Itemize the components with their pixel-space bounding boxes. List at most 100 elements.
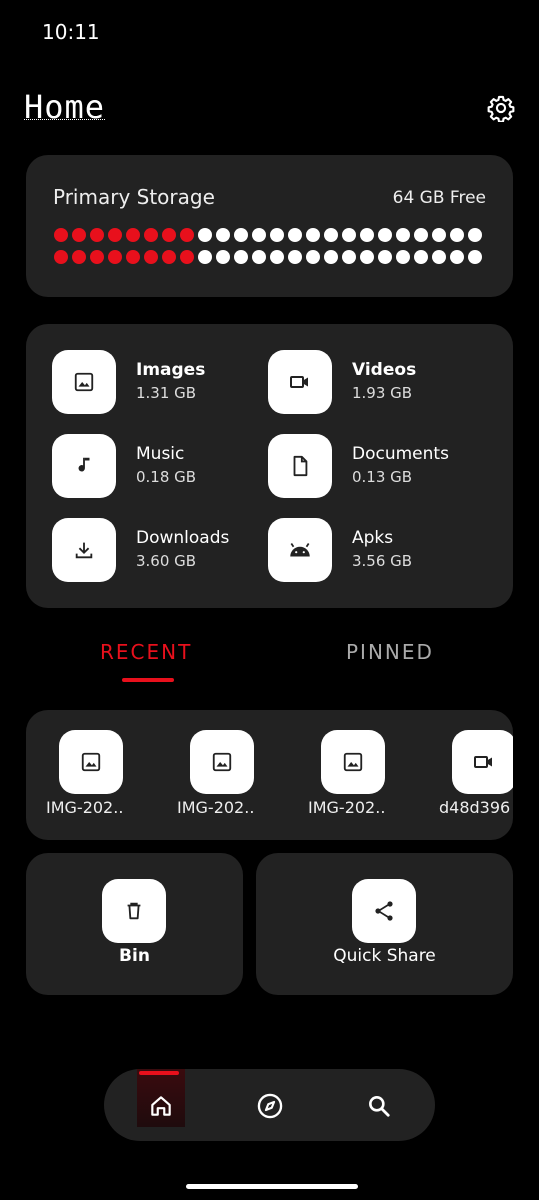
status-time: 10:11 bbox=[42, 20, 100, 44]
category-apks[interactable]: Apks 3.56 GB bbox=[268, 518, 488, 582]
header: Home bbox=[24, 88, 515, 128]
storage-dot-used bbox=[126, 228, 140, 242]
recent-files-list[interactable]: IMG-202.. IMG-202.. IMG-202.. d48d396 bbox=[26, 710, 513, 840]
storage-dot-used bbox=[72, 250, 86, 264]
gesture-bar[interactable] bbox=[186, 1184, 358, 1189]
page-title: Home bbox=[24, 88, 106, 126]
recent-file[interactable]: IMG-202.. bbox=[177, 730, 287, 830]
storage-dot-used bbox=[162, 228, 176, 242]
storage-dot-row bbox=[54, 228, 484, 242]
storage-dot-free bbox=[216, 228, 230, 242]
storage-dot-free bbox=[234, 250, 248, 264]
category-downloads[interactable]: Downloads 3.60 GB bbox=[52, 518, 272, 582]
android-icon bbox=[268, 518, 332, 582]
tab-recent[interactable]: RECENT bbox=[100, 640, 192, 664]
category-name: Downloads bbox=[136, 528, 230, 548]
storage-dot-free bbox=[468, 228, 482, 242]
storage-dot-free bbox=[288, 250, 302, 264]
settings-button[interactable] bbox=[487, 94, 515, 123]
compass-icon bbox=[257, 1093, 283, 1119]
storage-dot-used bbox=[180, 228, 194, 242]
image-icon bbox=[190, 730, 254, 794]
category-size: 3.56 GB bbox=[352, 552, 413, 570]
storage-meter bbox=[54, 228, 484, 272]
storage-dot-used bbox=[54, 228, 68, 242]
storage-dot-free bbox=[306, 250, 320, 264]
category-images[interactable]: Images 1.31 GB bbox=[52, 350, 272, 414]
storage-dot-free bbox=[378, 250, 392, 264]
category-name: Apks bbox=[352, 528, 394, 548]
category-size: 0.13 GB bbox=[352, 468, 413, 486]
storage-dot-free bbox=[198, 250, 212, 264]
storage-dot-free bbox=[360, 250, 374, 264]
tab-bar: RECENT PINNED bbox=[26, 640, 513, 690]
recent-file[interactable]: IMG-202.. bbox=[46, 730, 156, 830]
home-icon bbox=[151, 1096, 171, 1116]
storage-dot-used bbox=[72, 228, 86, 242]
category-size: 3.60 GB bbox=[136, 552, 197, 570]
category-size: 1.93 GB bbox=[352, 384, 413, 402]
storage-dot-free bbox=[270, 250, 284, 264]
storage-dot-used bbox=[108, 250, 122, 264]
storage-dot-used bbox=[90, 250, 104, 264]
storage-label: Primary Storage bbox=[53, 185, 215, 209]
storage-dot-free bbox=[396, 250, 410, 264]
quick-share-card[interactable]: Quick Share bbox=[256, 853, 513, 995]
storage-dot-free bbox=[234, 228, 248, 242]
storage-dot-free bbox=[432, 250, 446, 264]
recent-file-name: d48d396 bbox=[439, 798, 511, 817]
category-name: Videos bbox=[352, 360, 417, 380]
storage-dot-free bbox=[252, 228, 266, 242]
recent-file-name: IMG-202.. bbox=[46, 798, 124, 817]
storage-dot-used bbox=[54, 250, 68, 264]
search-icon bbox=[369, 1096, 390, 1117]
music-note-icon bbox=[52, 434, 116, 498]
storage-dot-used bbox=[162, 250, 176, 264]
storage-card[interactable]: Primary Storage 64 GB Free bbox=[26, 155, 513, 297]
recent-file[interactable]: IMG-202.. bbox=[308, 730, 418, 830]
document-icon bbox=[268, 434, 332, 498]
storage-dot-row bbox=[54, 250, 484, 264]
storage-dot-free bbox=[342, 228, 356, 242]
storage-dot-free bbox=[342, 250, 356, 264]
storage-free: 64 GB Free bbox=[392, 188, 486, 208]
storage-dot-free bbox=[288, 228, 302, 242]
storage-dot-used bbox=[144, 228, 158, 242]
storage-dot-used bbox=[108, 228, 122, 242]
category-videos[interactable]: Videos 1.93 GB bbox=[268, 350, 488, 414]
image-icon bbox=[59, 730, 123, 794]
nav-explore-button[interactable] bbox=[255, 1091, 285, 1121]
bin-label: Bin bbox=[119, 946, 150, 966]
storage-dot-used bbox=[144, 250, 158, 264]
category-name: Documents bbox=[352, 444, 449, 464]
nav-search-button[interactable] bbox=[364, 1091, 394, 1121]
categories-card: Images 1.31 GB Videos 1.93 GB Music 0.18… bbox=[26, 324, 513, 608]
tab-pinned[interactable]: PINNED bbox=[346, 640, 434, 664]
video-icon bbox=[268, 350, 332, 414]
category-name: Music bbox=[136, 444, 185, 464]
storage-dot-free bbox=[324, 250, 338, 264]
storage-dot-free bbox=[414, 250, 428, 264]
video-icon bbox=[452, 730, 513, 794]
storage-dot-free bbox=[432, 228, 446, 242]
storage-dot-used bbox=[90, 228, 104, 242]
tab-active-indicator bbox=[122, 678, 174, 682]
bin-card[interactable]: Bin bbox=[26, 853, 243, 995]
category-documents[interactable]: Documents 0.13 GB bbox=[268, 434, 488, 498]
quick-share-label: Quick Share bbox=[333, 946, 436, 966]
gear-icon bbox=[487, 95, 515, 123]
storage-dot-free bbox=[306, 228, 320, 242]
recent-file-name: IMG-202.. bbox=[177, 798, 255, 817]
recent-file[interactable]: d48d396 bbox=[439, 730, 513, 830]
trash-icon bbox=[102, 879, 166, 943]
category-music[interactable]: Music 0.18 GB bbox=[52, 434, 272, 498]
storage-dot-free bbox=[360, 228, 374, 242]
nav-home-button[interactable] bbox=[137, 1069, 185, 1127]
nav-active-indicator bbox=[139, 1071, 179, 1075]
recent-file-name: IMG-202.. bbox=[308, 798, 386, 817]
category-size: 0.18 GB bbox=[136, 468, 197, 486]
download-icon bbox=[52, 518, 116, 582]
storage-dot-free bbox=[324, 228, 338, 242]
storage-dot-free bbox=[252, 250, 266, 264]
category-size: 1.31 GB bbox=[136, 384, 197, 402]
